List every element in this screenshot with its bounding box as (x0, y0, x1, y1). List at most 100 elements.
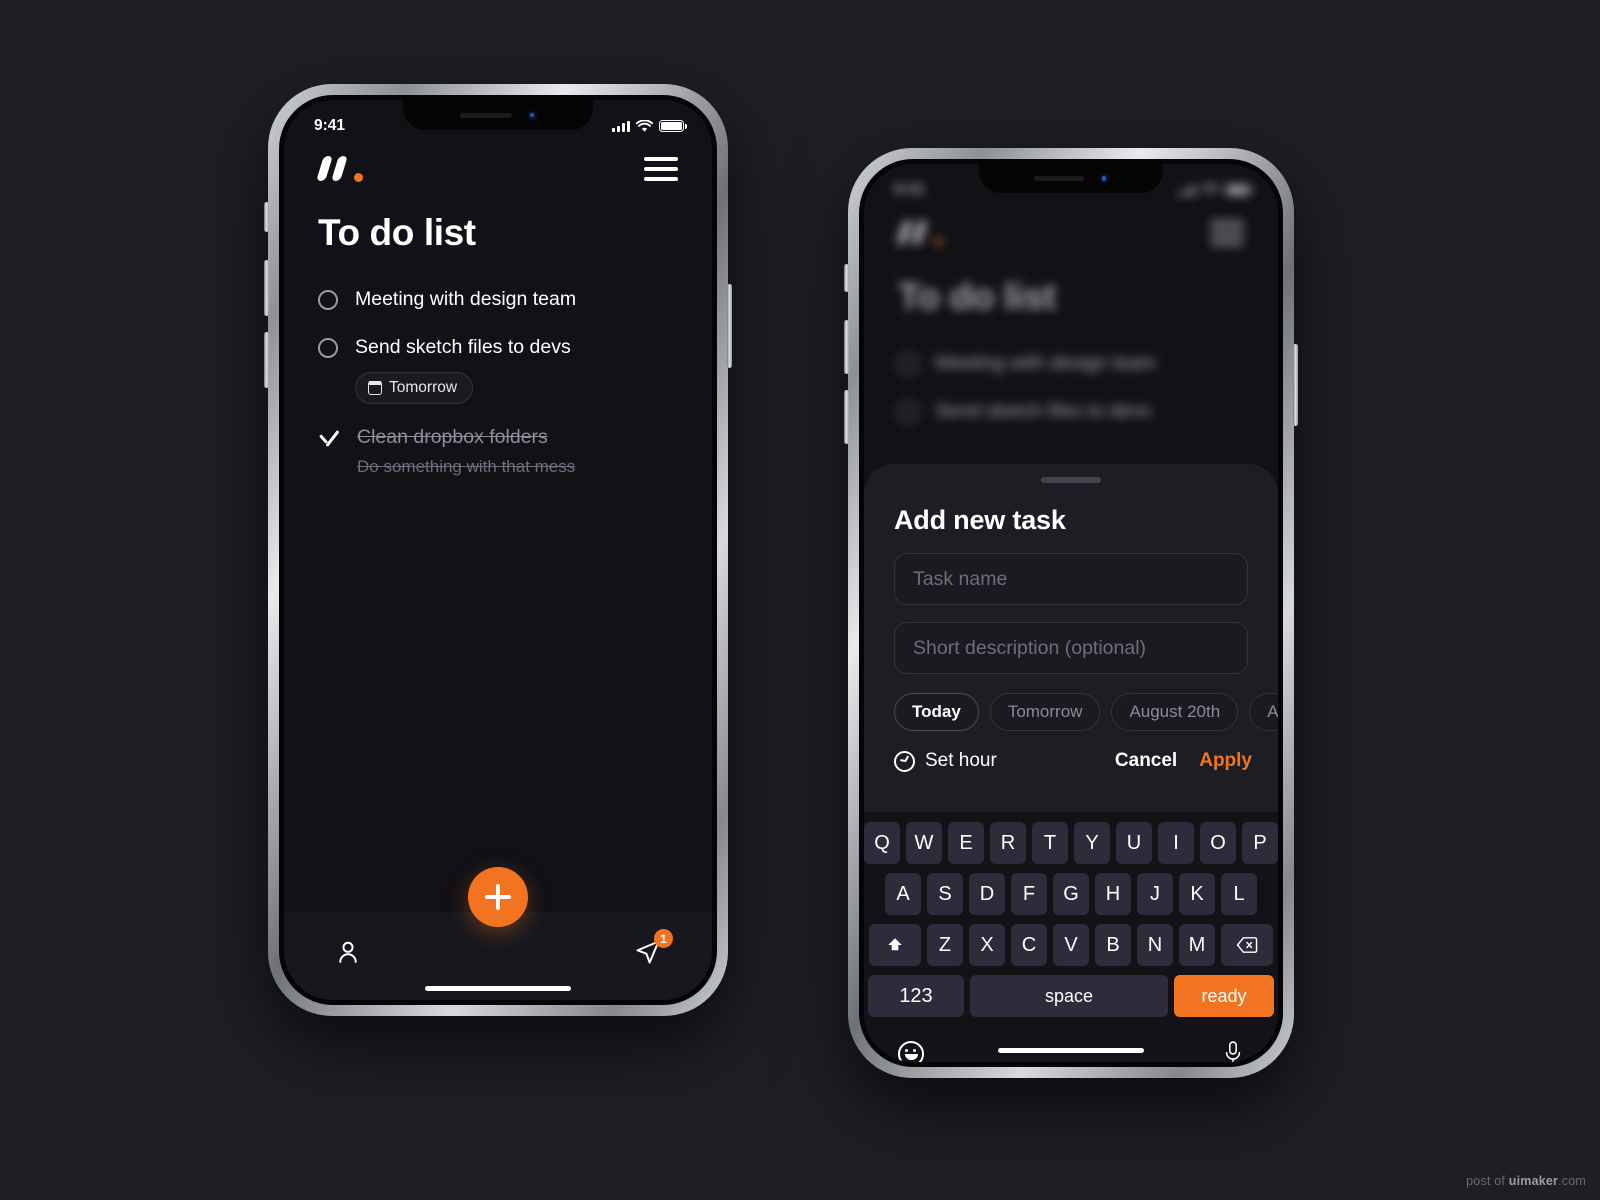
task-title: Send sketch files to devs (355, 336, 571, 359)
key-u[interactable]: U (1116, 822, 1152, 864)
app-header (284, 156, 712, 182)
key-z[interactable]: Z (927, 924, 963, 966)
task-body: Send sketch files to devs Tomorrow (355, 333, 684, 404)
earpiece-speaker (459, 112, 512, 118)
task-title: Meeting with design team (355, 288, 577, 310)
status-indicators (612, 119, 687, 133)
key-p[interactable]: P (1242, 822, 1278, 864)
key-l[interactable]: L (1221, 873, 1257, 915)
notch (979, 164, 1163, 193)
key-r[interactable]: R (990, 822, 1026, 864)
task-due-chip[interactable]: Tomorrow (355, 371, 474, 404)
checkmark-icon[interactable] (318, 428, 340, 448)
sheet-buttons: Cancel Apply (1115, 750, 1252, 772)
key-s[interactable]: S (927, 873, 963, 915)
shift-arrow-icon[interactable] (869, 924, 921, 966)
date-chip-today[interactable]: Today (894, 693, 979, 731)
sheet-grabber-handle[interactable] (1041, 477, 1101, 483)
home-indicator[interactable] (425, 986, 571, 991)
task-body: Meeting with design team (935, 349, 1250, 378)
watermark-suffix: .com (1558, 1174, 1586, 1188)
backspace-icon[interactable] (1221, 924, 1273, 966)
emoji-smiley-icon[interactable] (898, 1041, 924, 1062)
keyboard-row-1: Q W E R T Y U I O P (864, 822, 1278, 864)
hamburger-menu-icon[interactable] (644, 157, 678, 181)
task-item[interactable]: Meeting with design team (318, 285, 684, 314)
power-button[interactable] (1293, 344, 1298, 426)
keyboard-bottom-row (868, 1026, 1274, 1062)
date-chip-august-next[interactable]: August 2 (1249, 693, 1278, 731)
volume-down-button[interactable] (264, 332, 269, 388)
front-camera (1099, 174, 1109, 183)
watermark: post of uimaker.com (1466, 1174, 1586, 1188)
notch (403, 100, 593, 130)
keyboard-row-2: A S D F G H J K L (868, 873, 1274, 915)
task-description-input[interactable]: Short description (optional) (894, 622, 1248, 674)
key-j[interactable]: J (1137, 873, 1173, 915)
microphone-icon[interactable] (1222, 1040, 1244, 1062)
checkbox-unchecked-icon[interactable] (318, 338, 338, 359)
key-h[interactable]: H (1095, 873, 1131, 915)
on-screen-keyboard: Q W E R T Y U I O P A S D F G H J K L Z … (864, 812, 1278, 1062)
key-y[interactable]: Y (1074, 822, 1110, 864)
volume-up-button[interactable] (844, 320, 849, 374)
keyboard-row-4: 123 space ready (868, 975, 1274, 1017)
status-indicators (1178, 183, 1253, 197)
key-g[interactable]: G (1053, 873, 1089, 915)
key-b[interactable]: B (1095, 924, 1131, 966)
add-task-fab[interactable] (468, 867, 528, 927)
key-o[interactable]: O (1200, 822, 1236, 864)
profile-tab[interactable] (334, 938, 362, 971)
battery-icon (1225, 184, 1253, 196)
key-q[interactable]: Q (864, 822, 900, 864)
key-c[interactable]: C (1011, 924, 1047, 966)
key-i[interactable]: I (1158, 822, 1194, 864)
phone-device-add-task: 9:41 To do list Meeting with design team… (844, 148, 1298, 1078)
key-t[interactable]: T (1032, 822, 1068, 864)
front-camera (527, 110, 537, 120)
calendar-icon (368, 380, 382, 395)
set-hour-button[interactable]: Set hour (894, 750, 997, 772)
key-d[interactable]: D (969, 873, 1005, 915)
key-n[interactable]: N (1137, 924, 1173, 966)
hamburger-menu-icon (1210, 221, 1244, 245)
apply-button[interactable]: Apply (1199, 750, 1252, 772)
key-e[interactable]: E (948, 822, 984, 864)
task-due-label: Tomorrow (389, 378, 458, 396)
phone-bezel: 9:41 To do list Meeting with design team… (859, 159, 1283, 1067)
mute-switch[interactable] (264, 202, 269, 232)
checkbox-unchecked-icon (898, 402, 918, 423)
signal-bars-icon (1178, 184, 1196, 196)
power-button[interactable] (727, 284, 732, 368)
ready-key[interactable]: ready (1174, 975, 1274, 1017)
numbers-key[interactable]: 123 (868, 975, 964, 1017)
volume-up-button[interactable] (264, 260, 269, 316)
task-item-completed[interactable]: Clean dropbox folders Do something with … (318, 423, 684, 477)
date-chip-row[interactable]: Today Tomorrow August 20th August 2 (894, 693, 1278, 731)
navigation-tab[interactable]: 1 (634, 929, 673, 971)
task-name-input[interactable]: Task name (894, 553, 1248, 605)
screen-todo-list: 9:41 To do list Meeting with design team… (284, 100, 712, 1000)
cancel-button[interactable]: Cancel (1115, 750, 1177, 772)
space-key[interactable]: space (970, 975, 1168, 1017)
key-w[interactable]: W (906, 822, 942, 864)
key-v[interactable]: V (1053, 924, 1089, 966)
earpiece-speaker (1033, 176, 1084, 181)
home-indicator[interactable] (998, 1048, 1144, 1053)
task-item: Send sketch files to devs (898, 397, 1250, 426)
phone-bezel: 9:41 To do list Meeting with design team… (279, 95, 717, 1005)
key-x[interactable]: X (969, 924, 1005, 966)
mute-switch[interactable] (844, 264, 849, 292)
date-chip-tomorrow[interactable]: Tomorrow (989, 693, 1101, 731)
task-item[interactable]: Send sketch files to devs Tomorrow (318, 333, 684, 404)
key-a[interactable]: A (885, 873, 921, 915)
watermark-prefix: post of (1466, 1174, 1509, 1188)
checkbox-unchecked-icon[interactable] (318, 290, 338, 310)
task-item: Meeting with design team (898, 349, 1250, 378)
date-chip-august-20th[interactable]: August 20th (1111, 693, 1239, 731)
key-k[interactable]: K (1179, 873, 1215, 915)
task-body: Meeting with design team (355, 285, 684, 314)
key-m[interactable]: M (1179, 924, 1215, 966)
volume-down-button[interactable] (844, 390, 849, 444)
key-f[interactable]: F (1011, 873, 1047, 915)
